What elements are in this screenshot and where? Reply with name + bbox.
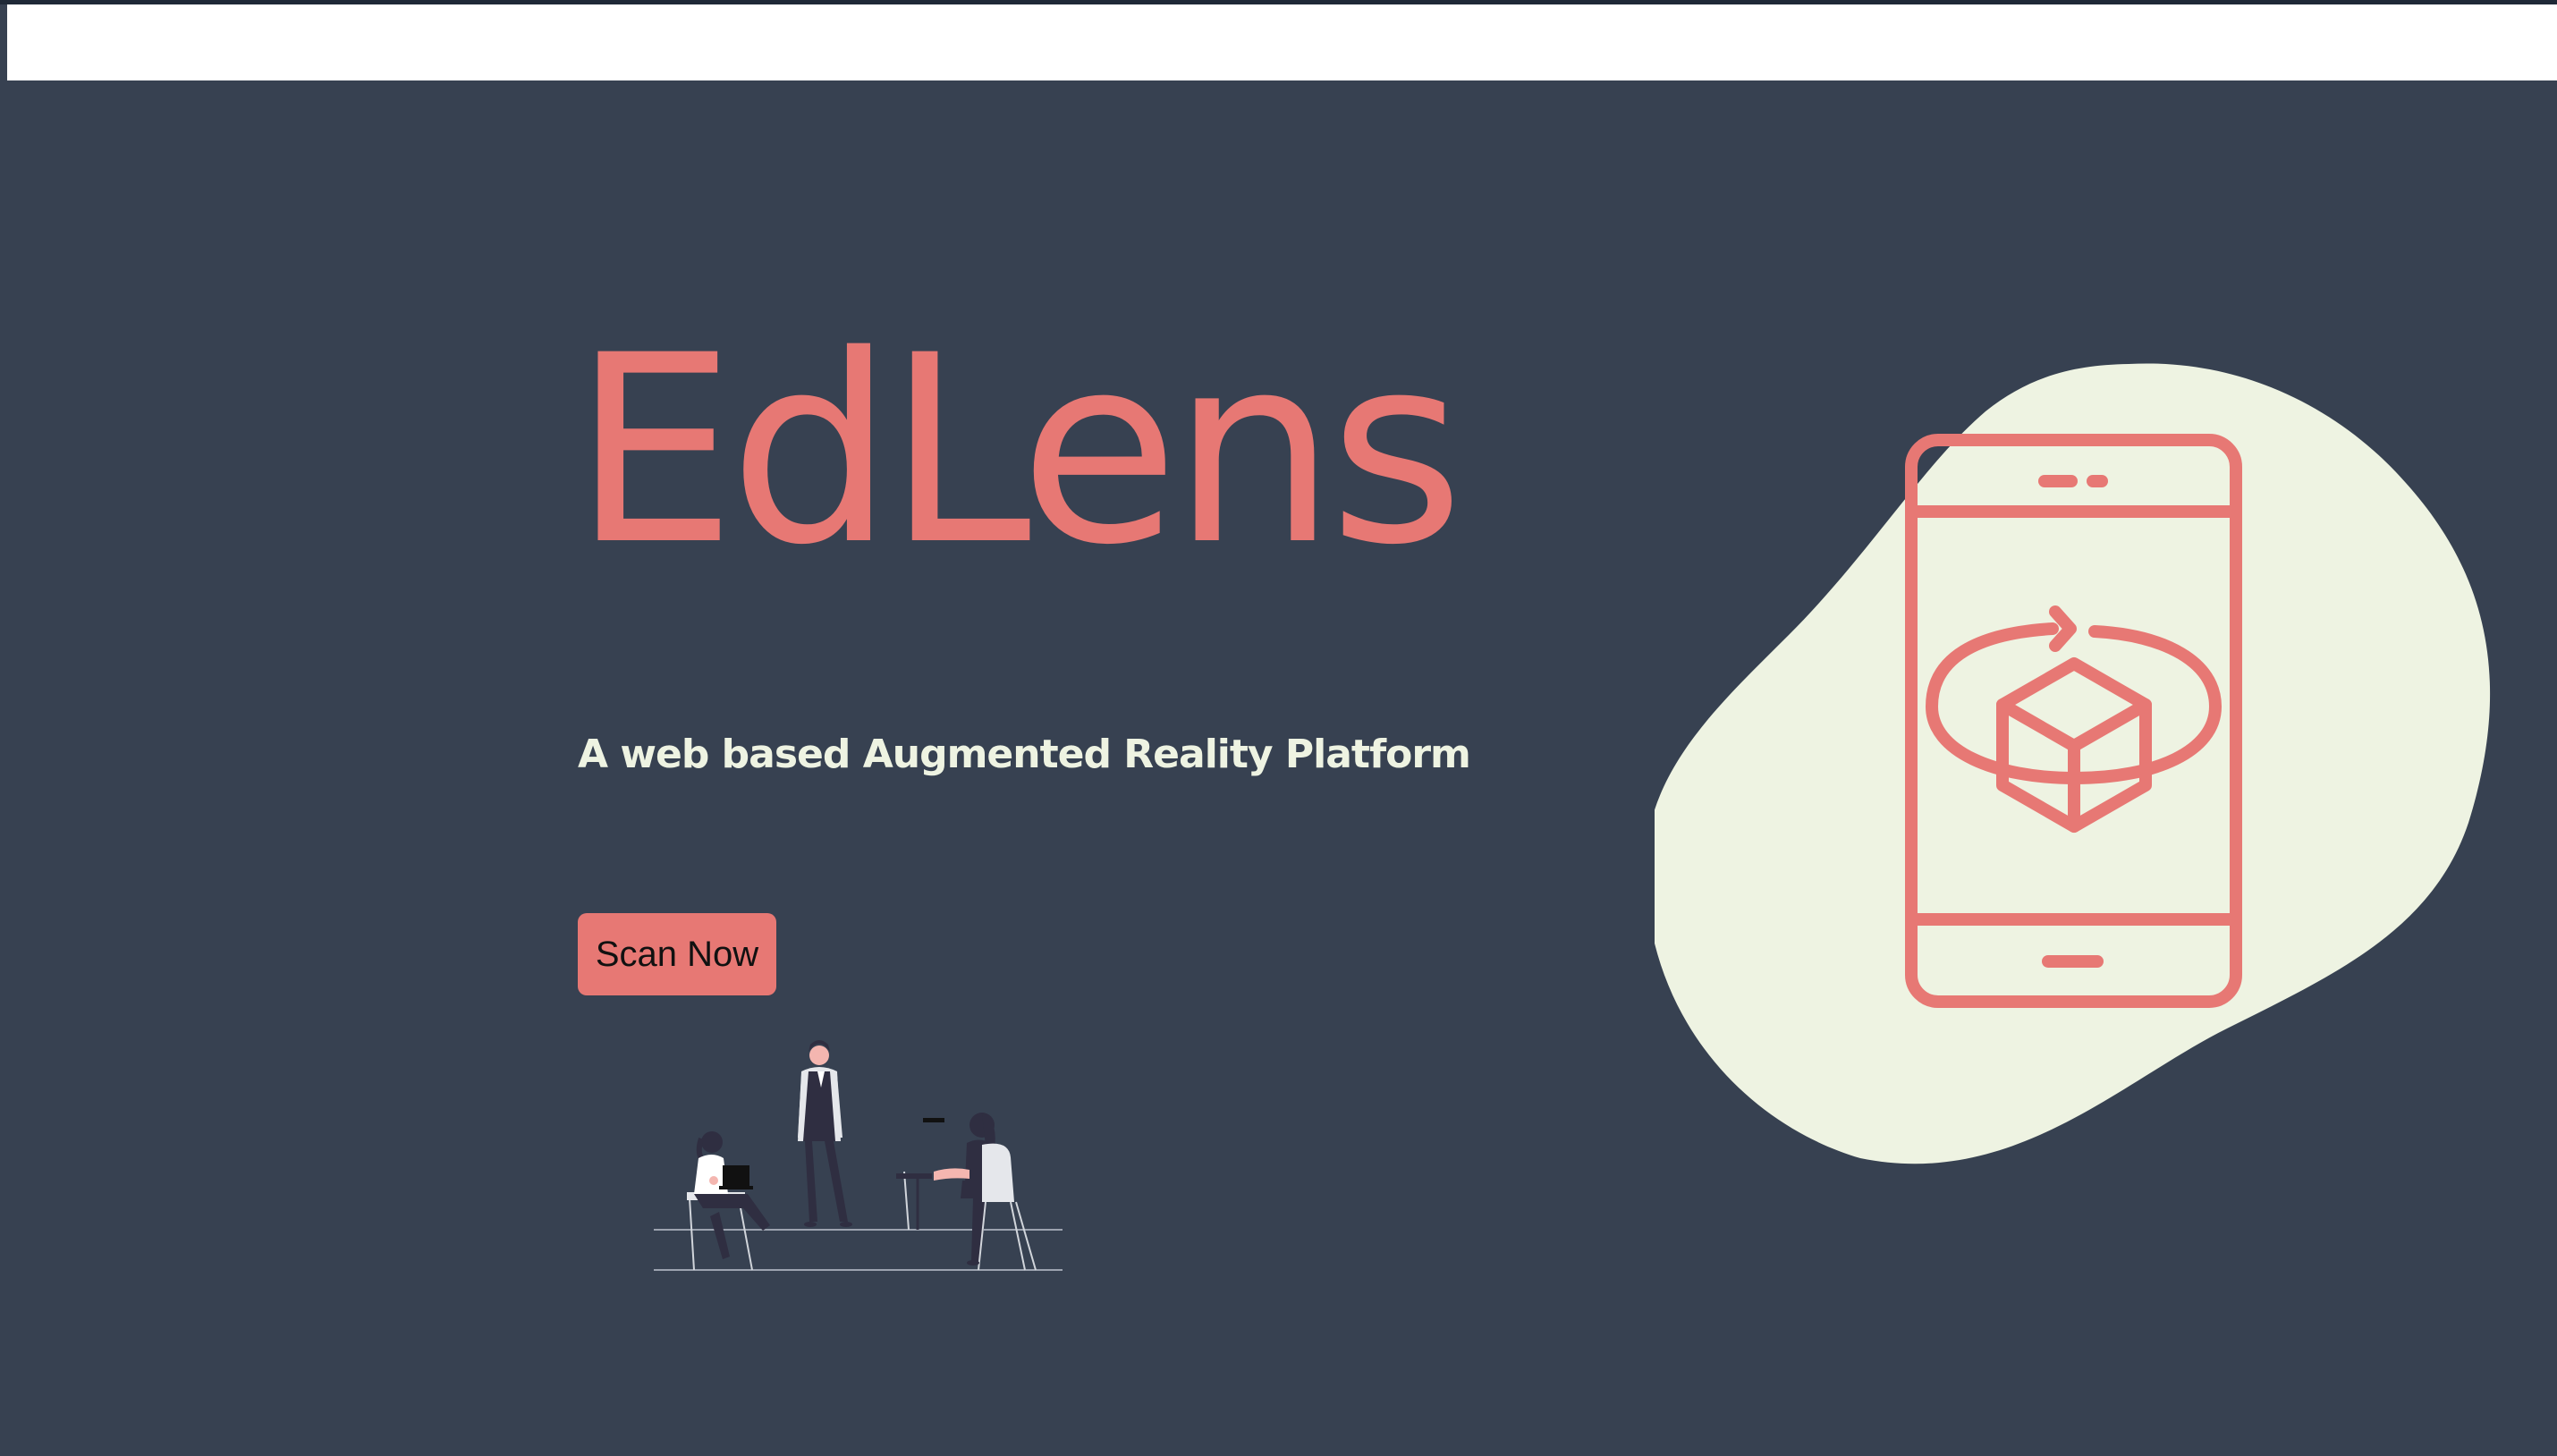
team-meeting-illustration bbox=[654, 1040, 1063, 1271]
tagline: A web based Augmented Reality Platform bbox=[578, 732, 1471, 777]
top-navbar bbox=[7, 4, 2557, 80]
hero-graphic bbox=[1655, 363, 2491, 1164]
standing-man-figure bbox=[798, 1040, 852, 1227]
scan-now-button[interactable]: Scan Now bbox=[578, 913, 776, 995]
seated-woman-2-figure bbox=[896, 1113, 1037, 1271]
landing-page: EdLens A web based Augmented Reality Pla… bbox=[0, 0, 2557, 1456]
brand-title: EdLens bbox=[572, 301, 1464, 602]
seated-woman-figure bbox=[687, 1131, 770, 1271]
